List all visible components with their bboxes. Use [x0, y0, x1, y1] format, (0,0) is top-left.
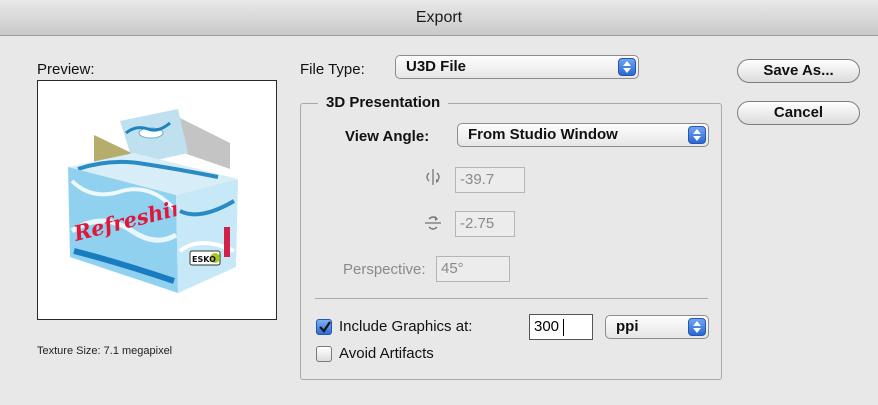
updown-arrows-icon — [688, 126, 706, 144]
perspective-field[interactable]: 45° — [436, 256, 510, 282]
avoid-artifacts-label: Avoid Artifacts — [339, 345, 434, 362]
vertical-rotation-field[interactable]: -2.75 — [455, 211, 515, 237]
perspective-label: Perspective: — [343, 261, 426, 278]
window-title: Export — [0, 0, 878, 36]
file-type-popup[interactable]: U3D File — [395, 55, 639, 79]
file-type-value: U3D File — [406, 58, 467, 75]
group-separator — [315, 298, 708, 299]
box-preview-image: Refreshing! ESKO — [68, 109, 238, 293]
file-type-label: File Type: — [300, 61, 365, 78]
view-angle-popup[interactable]: From Studio Window — [457, 123, 709, 147]
updown-arrows-icon — [688, 318, 706, 336]
avoid-artifacts-checkbox[interactable] — [316, 346, 332, 362]
updown-arrows-icon — [618, 58, 636, 76]
save-as-button[interactable]: Save As... — [737, 59, 860, 83]
checkmark-icon — [319, 321, 331, 333]
texture-size-label: Texture Size: 7.1 megapixel — [37, 345, 173, 357]
cancel-button[interactable]: Cancel — [737, 101, 860, 125]
resolution-unit-popup[interactable]: ppi — [605, 315, 709, 339]
resolution-unit-value: ppi — [616, 318, 639, 335]
group-title: 3D Presentation — [318, 94, 449, 111]
svg-text:ESKO: ESKO — [192, 255, 216, 264]
resolution-input[interactable]: 300 — [529, 314, 593, 340]
text-caret — [563, 319, 564, 336]
horizontal-rotation-field[interactable]: -39.7 — [455, 167, 525, 193]
rotate-vertical-icon — [425, 216, 441, 230]
include-graphics-label: Include Graphics at: — [339, 318, 473, 335]
preview-label: Preview: — [37, 61, 95, 78]
preview-pane[interactable]: Refreshing! ESKO — [37, 80, 277, 320]
rotate-horizontal-icon — [426, 169, 440, 185]
include-graphics-checkbox[interactable] — [316, 319, 332, 335]
view-angle-label: View Angle: — [345, 128, 430, 145]
view-angle-value: From Studio Window — [468, 126, 618, 143]
